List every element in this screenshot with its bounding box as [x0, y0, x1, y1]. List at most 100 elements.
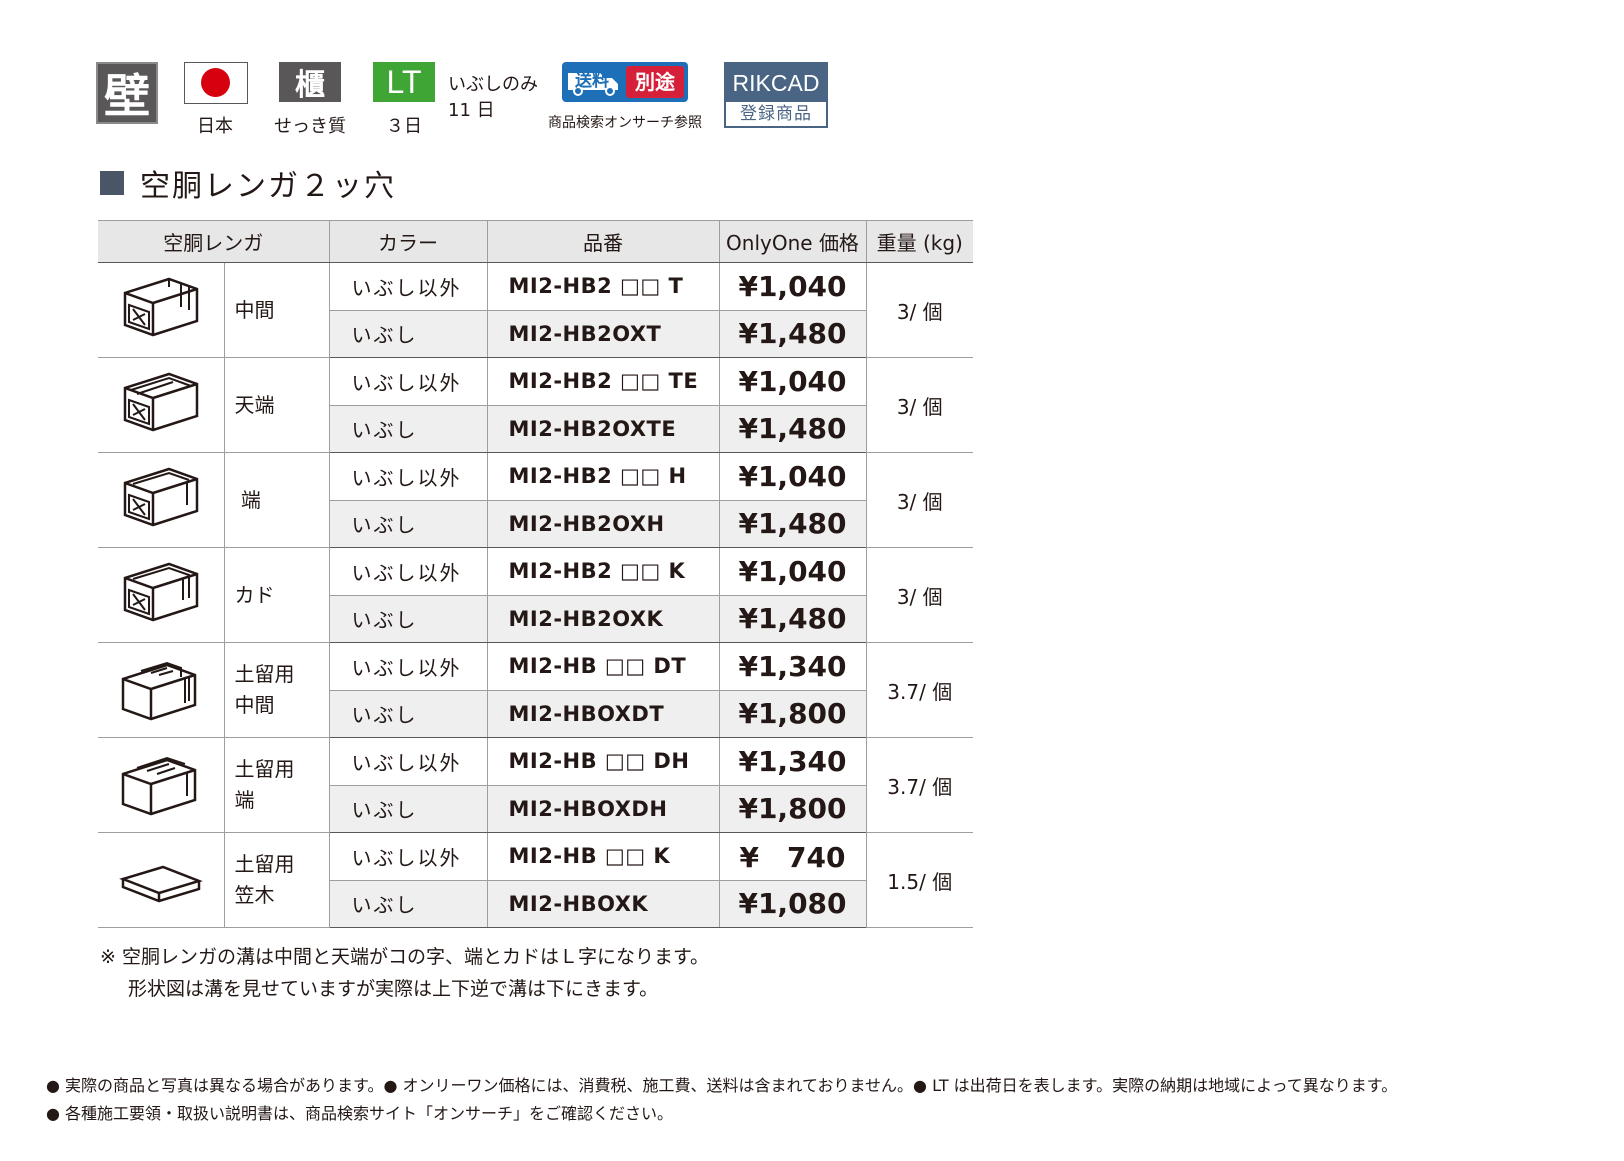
price-cell: ¥1,480 [718, 404, 866, 453]
product-code-cell: MI2-HB □□ K [486, 832, 720, 881]
brick-type-line1: 土留用 [234, 662, 295, 686]
lt-badge-glyph: LT [386, 64, 422, 100]
brick-type-cell: カド [223, 547, 330, 643]
brick-type-line1: 中間 [234, 297, 275, 322]
brick-type-cell: 土留用端 [223, 737, 330, 833]
rikcad-bottom-text: 登録商品 [740, 104, 812, 124]
retaining-brick-end-icon [121, 756, 196, 816]
japan-flag-icon [184, 62, 248, 104]
section-title: 空胴レンガ２ッ穴 [140, 169, 396, 204]
weight-cell: 3/ 個 [865, 452, 973, 548]
product-code-cell: MI2-HB2 □□ TE [486, 357, 720, 406]
lt-note-line1: いぶしのみ [448, 74, 538, 95]
brick-type-cell: 天端 [223, 357, 330, 453]
retaining-brick-middle-icon [121, 661, 196, 721]
color-cell: いぶし以外 [328, 452, 488, 501]
brick-image-cell [98, 262, 225, 358]
product-code-cell: MI2-HBOXDH [486, 784, 720, 833]
rikcad-top-text: RIKCAD [726, 64, 826, 102]
price-cell: ¥1,800 [718, 784, 866, 833]
badge-row: 壁 日本 櫃 せっき質 LT ３日 いぶしのみ 11 日 送料 別途 商品検索オ… [96, 62, 856, 140]
brick-type-line2: 笠木 [234, 883, 275, 907]
hollow-brick-corner-icon [123, 562, 198, 622]
material-badge: 櫃 [279, 62, 341, 103]
wall-badge-glyph: 壁 [104, 69, 150, 123]
color-cell: いぶし以外 [328, 832, 488, 881]
color-cell: いぶし [329, 309, 488, 358]
product-code-cell: MI2-HB2OXH [486, 499, 720, 548]
product-code-cell: MI2-HB2 □□ T [486, 262, 720, 311]
lt-label: ３日 [386, 116, 422, 137]
lt-note-line2: 11 日 [448, 100, 495, 121]
note-line-2: 形状図は溝を見せていますが実際は上下逆で溝は下にきます。 [128, 978, 659, 1000]
brick-type-line1: カド [234, 582, 275, 607]
note-line-1: ※ 空胴レンガの溝は中間と天端がコの字、端とカドはＬ字になります。 [100, 946, 710, 968]
price-cell: ¥1,480 [718, 499, 866, 548]
brick-image-cell [98, 452, 225, 548]
lt-badge: LT [373, 62, 435, 102]
table-row: 土留用 中間 いぶし以外 MI2-HB □□ DT ¥1,340 3.7/ 個 [98, 642, 973, 738]
brick-type-line1: 天端 [234, 392, 275, 417]
header-price: OnlyOne 価格 [718, 220, 867, 263]
weight-cell: 3.7/ 個 [865, 642, 973, 738]
table-row: 端 いぶし以外 MI2-HB2 □□ H ¥1,040 3/ 個 [98, 452, 973, 548]
shipping-left-text: 送料 [575, 71, 609, 91]
table-row: 土留用 笠木 いぶし以外 MI2-HB □□ K ¥ 740 1.5/ 個 [98, 832, 973, 928]
brick-image-cell [98, 547, 225, 643]
material-label: せっき質 [274, 116, 346, 137]
wall-badge: 壁 [96, 62, 158, 124]
hollow-brick-top-icon [123, 372, 198, 432]
color-cell: いぶし以外 [328, 737, 488, 786]
brick-type-cell: 土留用 笠木 [223, 832, 330, 928]
product-table: 空胴レンガ カラー 品番 OnlyOne 価格 重量 (kg) 中間 いぶし以外 M… [98, 220, 973, 928]
shipping-badge: 送料 別途 [562, 62, 688, 102]
origin-label: 日本 [197, 116, 233, 137]
product-code-cell: MI2-HBOXDT [486, 689, 720, 738]
section-square-icon [100, 171, 124, 195]
price-cell: ¥1,340 [718, 737, 867, 786]
color-cell: いぶし以外 [328, 357, 488, 406]
brick-image-cell [98, 737, 225, 833]
brick-type-line1: 端 [234, 487, 261, 512]
color-cell: いぶし [329, 689, 488, 738]
price-cell: ¥1,040 [718, 452, 867, 501]
hollow-brick-end-icon [123, 467, 198, 527]
color-cell: いぶし [329, 594, 488, 643]
section-heading: 空胴レンガ２ッ穴 [100, 163, 396, 204]
price-cell: ¥1,040 [718, 357, 867, 406]
hollow-brick-middle-icon [123, 277, 198, 337]
product-code-cell: MI2-HBOXK [486, 879, 720, 928]
price-cell: ¥1,040 [718, 262, 867, 311]
table-header-row: 空胴レンガ カラー 品番 OnlyOne 価格 重量 (kg) [98, 220, 973, 263]
table-row: 中間 いぶし以外 MI2-HB2 □□ T ¥1,040 3/ 個 [98, 262, 973, 358]
product-code-cell: MI2-HB2OXK [486, 594, 720, 643]
weight-cell: 3/ 個 [865, 262, 973, 358]
weight-cell: 3.7/ 個 [865, 737, 973, 833]
price-cell: ¥1,040 [718, 547, 867, 596]
color-cell: いぶし以外 [328, 262, 488, 311]
brick-image-cell [98, 832, 225, 928]
product-code-cell: MI2-HB □□ DH [486, 737, 720, 786]
rikcad-badge: RIKCAD 登録商品 [724, 62, 828, 128]
color-cell: いぶし以外 [328, 642, 488, 691]
brick-type-cell: 中間 [223, 262, 330, 358]
coping-slab-icon [118, 865, 203, 903]
brick-type-line1: 土留用 [234, 852, 295, 876]
color-cell: いぶし [329, 784, 488, 833]
product-code-cell: MI2-HB2 □□ K [486, 547, 720, 596]
product-code-cell: MI2-HB □□ DT [486, 642, 720, 691]
brick-type-line1: 土留用 [234, 757, 295, 781]
color-cell: いぶし [329, 879, 488, 928]
brick-image-cell [98, 357, 225, 453]
footer-line-1: ● 実際の商品と写真は異なる場合があります。● オンリーワン価格には、消費税、施… [46, 1076, 1398, 1095]
brick-type-line2: 端 [234, 788, 255, 812]
color-cell: いぶし [329, 404, 488, 453]
header-code: 品番 [486, 220, 720, 263]
product-code-cell: MI2-HB2OXTE [486, 404, 720, 453]
header-color: カラー [328, 220, 488, 263]
price-cell: ¥1,480 [718, 594, 866, 643]
weight-cell: 3/ 個 [865, 357, 973, 453]
table-row: 土留用端いぶし以外 MI2-HB □□ DH ¥1,340 3.7/ 個 [98, 737, 973, 833]
material-badge-glyph: 櫃 [295, 68, 325, 103]
price-cell: ¥1,800 [718, 689, 866, 738]
